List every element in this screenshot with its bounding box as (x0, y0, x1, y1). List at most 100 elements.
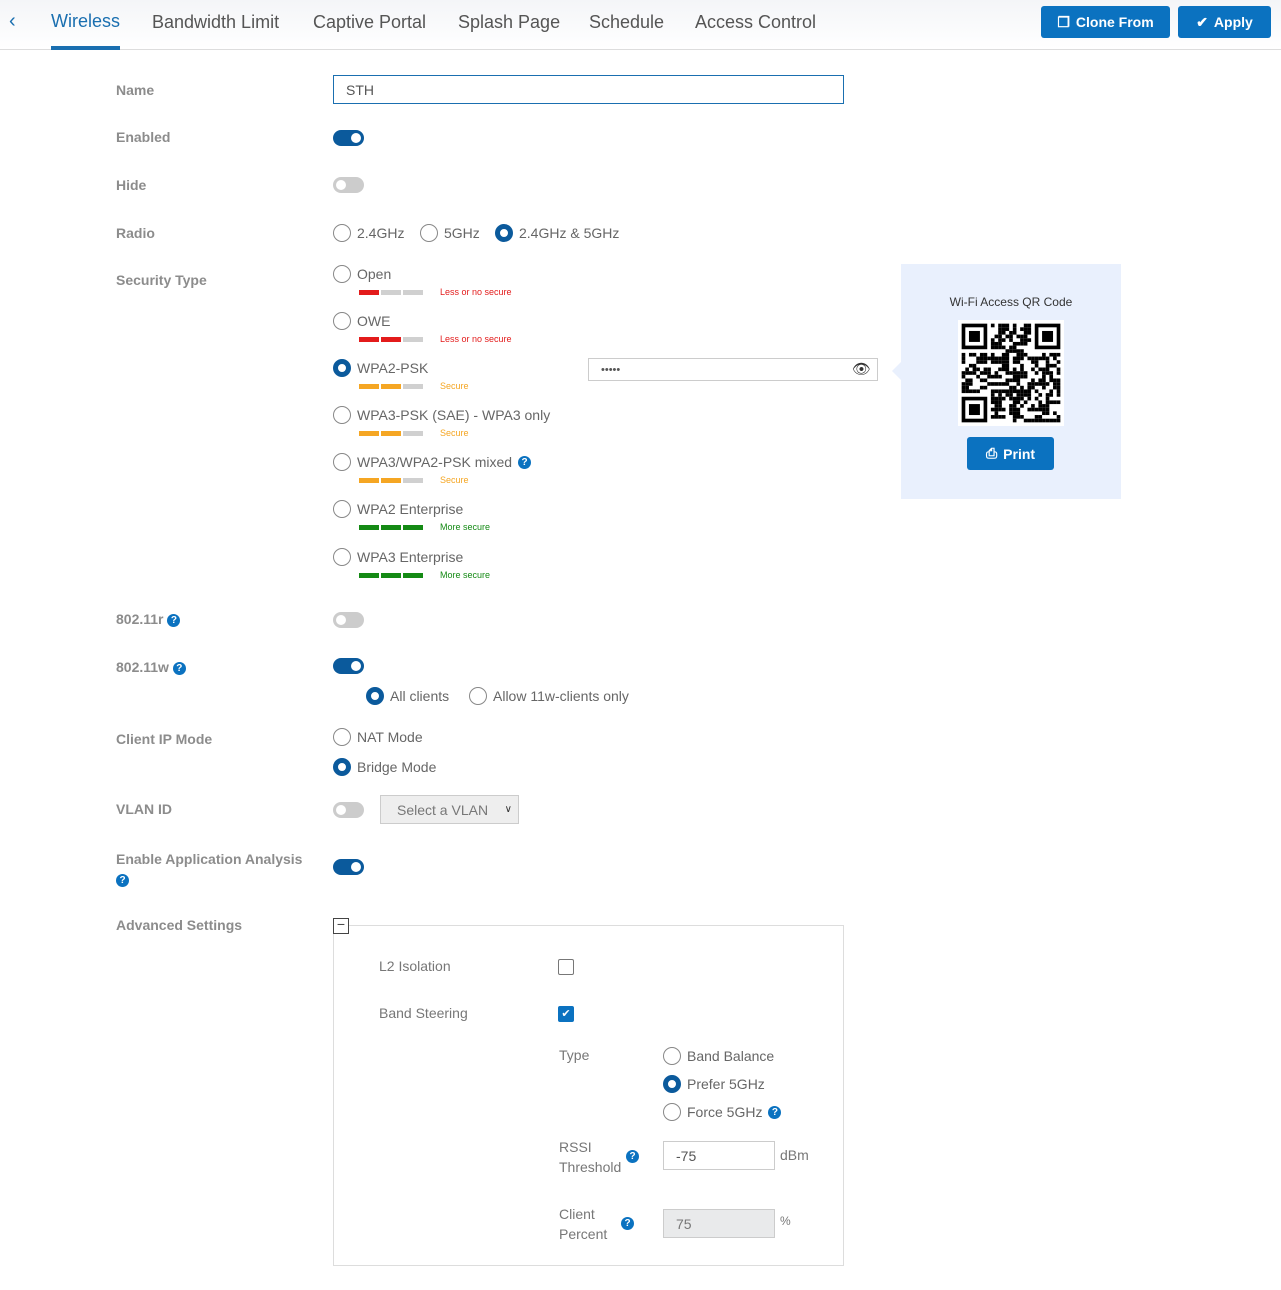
vlan-id-label: VLAN ID (116, 801, 172, 817)
app-analysis-toggle[interactable] (333, 859, 364, 875)
tab-wireless[interactable]: Wireless (51, 11, 120, 32)
tab-schedule[interactable]: Schedule (589, 12, 664, 33)
security-option[interactable]: WPA3 Enterprise (333, 548, 463, 566)
strength-meter (359, 384, 423, 389)
band-steering-checkbox[interactable]: ✔ (558, 1006, 574, 1022)
tab-bandwidth-limit[interactable]: Bandwidth Limit (152, 12, 279, 33)
strength-bar (381, 525, 401, 530)
80211w-text: 802.11w (116, 659, 169, 675)
clone-from-button[interactable]: ❐ Clone From (1041, 6, 1170, 38)
tab-access-control[interactable]: Access Control (695, 12, 816, 33)
tab-captive-portal[interactable]: Captive Portal (313, 12, 426, 33)
security-option[interactable]: WPA2-PSK (333, 359, 428, 377)
security-type-label: Security Type (116, 272, 207, 288)
radio-label: Radio (116, 225, 155, 241)
security-level-text: Secure (440, 475, 469, 485)
enabled-label: Enabled (116, 129, 171, 145)
security-level-text: Secure (440, 428, 469, 438)
radio-option-5ghz[interactable]: 5GHz (420, 224, 480, 242)
help-icon[interactable]: ? (518, 455, 532, 469)
strength-bar (381, 573, 401, 578)
tab-splash-page[interactable]: Splash Page (458, 12, 560, 33)
security-option-label: WPA3-PSK (SAE) - WPA3 only (357, 407, 551, 423)
password-input[interactable]: ••••• (588, 358, 878, 381)
password-mask: ••••• (601, 363, 621, 376)
l2-isolation-checkbox[interactable] (558, 959, 574, 975)
security-level-text: Secure (440, 381, 469, 391)
security-level-text: Less or no secure (440, 287, 512, 297)
print-button[interactable]: ⎙ Print (967, 437, 1054, 470)
app-analysis-label: Enable Application Analysis? (116, 849, 302, 889)
bridge-mode-radio[interactable]: Bridge Mode (333, 758, 436, 776)
rssi-label-line1: RSSI (559, 1139, 592, 1155)
w-option-11w-only[interactable]: Allow 11w-clients only (469, 687, 629, 705)
band-balance-radio[interactable]: Band Balance (663, 1047, 774, 1065)
w-option-all-clients[interactable]: All clients (366, 687, 449, 705)
rssi-unit: dBm (780, 1147, 809, 1163)
strength-bar (403, 337, 423, 342)
80211r-toggle[interactable] (333, 612, 364, 628)
security-option-label: WPA2 Enterprise (357, 501, 464, 517)
help-icon[interactable]: ? (172, 661, 186, 675)
help-icon[interactable]: ? (167, 613, 181, 627)
hide-label: Hide (116, 177, 147, 193)
rssi-threshold-input[interactable]: -75 (663, 1141, 775, 1170)
w-option-label: Allow 11w-clients only (493, 688, 629, 704)
help-icon[interactable]: ? (626, 1150, 639, 1163)
help-icon[interactable]: ? (116, 873, 129, 887)
band-steering-label: Band Steering (379, 1005, 468, 1021)
80211r-label: 802.11r ? (116, 611, 181, 627)
strength-bar (359, 573, 379, 578)
security-option[interactable]: WPA3-PSK (SAE) - WPA3 only (333, 406, 550, 424)
80211w-label: 802.11w ? (116, 659, 186, 675)
client-percent-input[interactable]: 75 (663, 1209, 775, 1238)
security-option[interactable]: WPA3/WPA2-PSK mixed ? (333, 453, 532, 471)
bridge-mode-label: Bridge Mode (357, 759, 437, 775)
force-5ghz-radio[interactable]: Force 5GHz? (663, 1103, 782, 1121)
radio-option-dual[interactable]: 2.4GHz & 5GHz (495, 224, 619, 242)
radio-option-label: 2.4GHz & 5GHz (519, 225, 620, 241)
client-percent-label: Client Percent (559, 1204, 607, 1244)
strength-bar (381, 290, 401, 295)
hide-toggle[interactable] (333, 177, 364, 193)
security-option-label: OWE (357, 313, 391, 329)
security-option[interactable]: WPA2 Enterprise (333, 500, 463, 518)
vlan-toggle[interactable] (333, 802, 364, 818)
rssi-threshold-label: RSSI Threshold (559, 1137, 621, 1177)
eye-slash-icon[interactable]: 👁︎ (852, 360, 871, 378)
name-input[interactable]: STH (333, 75, 844, 104)
copy-icon: ❐ (1057, 13, 1070, 30)
security-option-label: WPA3/WPA2-PSK mixed (357, 454, 513, 470)
security-level-text: More secure (440, 522, 491, 532)
strength-meter (359, 478, 423, 483)
client-percent-unit: % (780, 1214, 791, 1228)
collapse-minus-icon[interactable]: − (333, 917, 349, 934)
80211w-toggle[interactable] (333, 658, 364, 674)
nat-mode-radio[interactable]: NAT Mode (333, 728, 423, 746)
back-chevron-icon[interactable]: ‹ (9, 10, 16, 33)
radio-option-2-4ghz[interactable]: 2.4GHz (333, 224, 404, 242)
apply-label: Apply (1213, 14, 1253, 30)
client-label-line1: Client (559, 1206, 595, 1222)
strength-bar (381, 431, 401, 436)
enabled-toggle[interactable] (333, 130, 364, 146)
security-option[interactable]: OWE (333, 312, 390, 330)
strength-bar (403, 573, 423, 578)
strength-meter (359, 431, 423, 436)
strength-bar (403, 525, 423, 530)
strength-bar (359, 290, 379, 295)
strength-bar (403, 431, 423, 436)
prefer-5ghz-radio[interactable]: Prefer 5GHz (663, 1075, 765, 1093)
security-option[interactable]: Open (333, 265, 391, 283)
advanced-settings-label: Advanced Settings (116, 917, 243, 933)
check-icon: ✔ (1196, 13, 1208, 30)
strength-bar (359, 478, 379, 483)
help-icon[interactable]: ? (621, 1217, 634, 1230)
security-level-text: Less or no secure (440, 334, 512, 344)
apply-button[interactable]: ✔ Apply (1178, 6, 1271, 38)
vlan-select[interactable]: Select a VLAN ∨ (380, 795, 519, 824)
top-nav: ‹ Wireless Bandwidth Limit Captive Porta… (0, 0, 1281, 50)
strength-bar (359, 525, 379, 530)
type-label: Type (559, 1047, 590, 1063)
help-icon[interactable]: ? (768, 1105, 782, 1119)
